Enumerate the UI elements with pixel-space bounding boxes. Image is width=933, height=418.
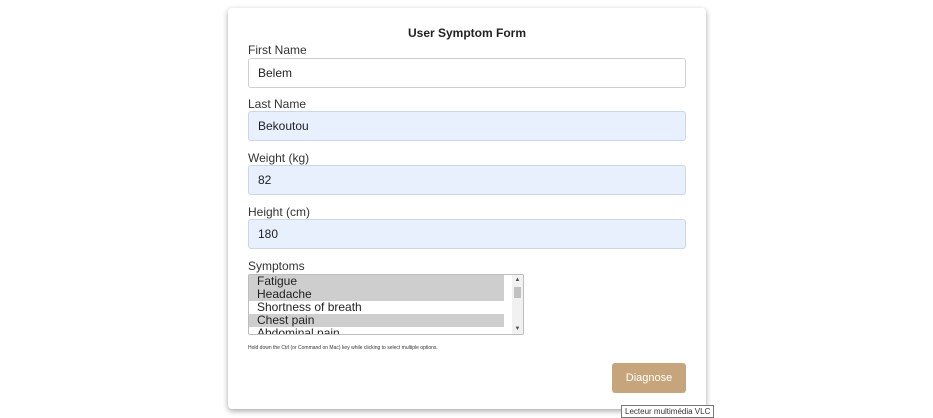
weight-label: Weight (kg): [248, 151, 310, 165]
symptoms-scrollbar[interactable]: ▲ ▼: [512, 275, 523, 334]
last-name-label: Last Name: [248, 97, 307, 111]
symptoms-option-list: Fatigue Headache Shortness of breath Chest …: [249, 275, 523, 334]
weight-input[interactable]: [248, 165, 686, 195]
scroll-up-arrow-icon[interactable]: ▲: [512, 275, 523, 285]
form-title: User Symptom Form: [407, 26, 527, 40]
symptom-form-card: User Symptom Form First Name Last Name W…: [228, 8, 706, 409]
first-name-label: First Name: [248, 43, 307, 57]
height-label: Height (cm): [248, 205, 311, 219]
taskbar-tooltip: Lecteur multimédia VLC: [621, 405, 715, 418]
height-input[interactable]: [248, 219, 686, 249]
symptoms-multiselect[interactable]: Fatigue Headache Shortness of breath Chest …: [248, 274, 524, 335]
first-name-input[interactable]: [248, 58, 686, 88]
scroll-down-arrow-icon[interactable]: ▼: [512, 324, 523, 334]
symptom-option[interactable]: Chest pain: [249, 314, 504, 327]
diagnose-button[interactable]: Diagnose: [612, 363, 686, 393]
multiselect-hint: Hold down the Ctrl (or Command on Mac) k…: [248, 345, 438, 351]
scrollbar-thumb[interactable]: [514, 287, 521, 298]
last-name-input[interactable]: [248, 111, 686, 141]
symptoms-label: Symptoms: [248, 259, 305, 273]
symptom-option[interactable]: Abdominal pain: [249, 327, 504, 334]
